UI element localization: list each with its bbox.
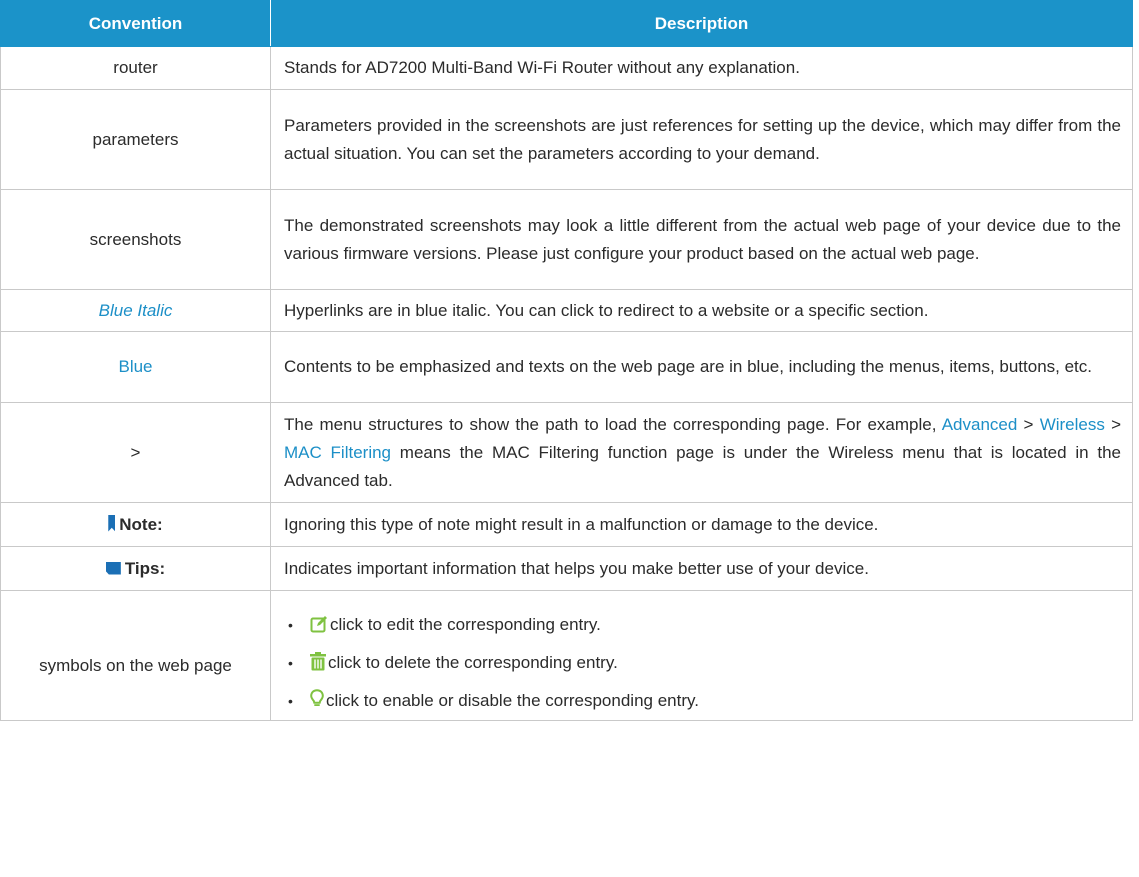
description-cell: Indicates important information that hel… bbox=[270, 546, 1133, 591]
lightbulb-icon bbox=[310, 685, 324, 723]
note-icon bbox=[108, 514, 116, 532]
list-item: • click to delete the corresponding entr… bbox=[284, 644, 1121, 682]
tips-icon bbox=[105, 561, 121, 575]
convention-cell: Tips: bbox=[0, 546, 271, 591]
table-row: router Stands for AD7200 Multi-Band Wi-F… bbox=[0, 46, 1133, 90]
blue-italic-sample[interactable]: Blue Italic bbox=[99, 301, 173, 320]
convention-cell: router bbox=[0, 46, 271, 90]
convention-cell: Blue Italic bbox=[0, 289, 271, 332]
convention-cell: Note: bbox=[0, 502, 271, 547]
convention-cell: screenshots bbox=[0, 189, 271, 290]
table-row: > The menu structures to show the path t… bbox=[0, 402, 1133, 503]
description-text: means the MAC Filtering function page is… bbox=[284, 442, 1121, 490]
blue-sample: Blue bbox=[118, 357, 153, 376]
description-cell: Contents to be emphasized and texts on t… bbox=[270, 331, 1133, 403]
edit-icon bbox=[310, 609, 328, 647]
list-item: • click to enable or disable the corresp… bbox=[284, 682, 1121, 720]
table-row: symbols on the web page • click to edit … bbox=[0, 590, 1133, 721]
bullet: • bbox=[288, 617, 293, 633]
description-cell: Hyperlinks are in blue italic. You can c… bbox=[270, 289, 1133, 332]
list-item: • click to edit the corresponding entry. bbox=[284, 606, 1121, 644]
header-convention: Convention bbox=[0, 0, 271, 47]
path-mac-filtering: MAC Filtering bbox=[284, 442, 392, 462]
bullet: • bbox=[288, 693, 293, 709]
path-separator: > bbox=[1104, 414, 1121, 434]
tips-label: Tips: bbox=[124, 558, 166, 578]
symbols-label: symbols on the web page bbox=[39, 655, 232, 675]
description-cell: The demonstrated screenshots may look a … bbox=[270, 189, 1133, 290]
path-advanced: Advanced bbox=[941, 414, 1018, 434]
table-row: Blue Italic Hyperlinks are in blue itali… bbox=[0, 289, 1133, 332]
description-cell: Stands for AD7200 Multi-Band Wi-Fi Route… bbox=[270, 46, 1133, 90]
description-text: The menu structures to show the path to … bbox=[284, 414, 942, 434]
bullet: • bbox=[288, 655, 293, 671]
table-row: Tips: Indicates important information th… bbox=[0, 546, 1133, 591]
symbols-list: • click to edit the corresponding entry.… bbox=[284, 602, 1121, 720]
header-description: Description bbox=[270, 0, 1133, 47]
conventions-table: Convention Description router Stands for… bbox=[0, 0, 1133, 721]
edit-text: click to edit the corresponding entry. bbox=[330, 615, 601, 634]
convention-cell: > bbox=[0, 402, 271, 503]
convention-cell: parameters bbox=[0, 89, 271, 190]
description-cell: Parameters provided in the screenshots a… bbox=[270, 89, 1133, 190]
table-row: Note: Ignoring this type of note might r… bbox=[0, 502, 1133, 547]
enable-text: click to enable or disable the correspon… bbox=[326, 691, 699, 710]
table-row: screenshots The demonstrated screenshots… bbox=[0, 189, 1133, 290]
convention-cell: symbols on the web page bbox=[0, 590, 271, 721]
note-label: Note: bbox=[119, 514, 163, 534]
trash-icon bbox=[310, 647, 326, 685]
path-wireless: Wireless bbox=[1039, 414, 1105, 434]
description-cell: • click to edit the corresponding entry.… bbox=[270, 590, 1133, 721]
table-row: parameters Parameters provided in the sc… bbox=[0, 89, 1133, 190]
description-cell: The menu structures to show the path to … bbox=[270, 402, 1133, 503]
path-separator: > bbox=[1017, 414, 1040, 434]
table-row: Blue Contents to be emphasized and texts… bbox=[0, 331, 1133, 403]
convention-cell: Blue bbox=[0, 331, 271, 403]
table-header-row: Convention Description bbox=[0, 0, 1133, 47]
description-cell: Ignoring this type of note might result … bbox=[270, 502, 1133, 547]
delete-text: click to delete the corresponding entry. bbox=[328, 653, 618, 672]
